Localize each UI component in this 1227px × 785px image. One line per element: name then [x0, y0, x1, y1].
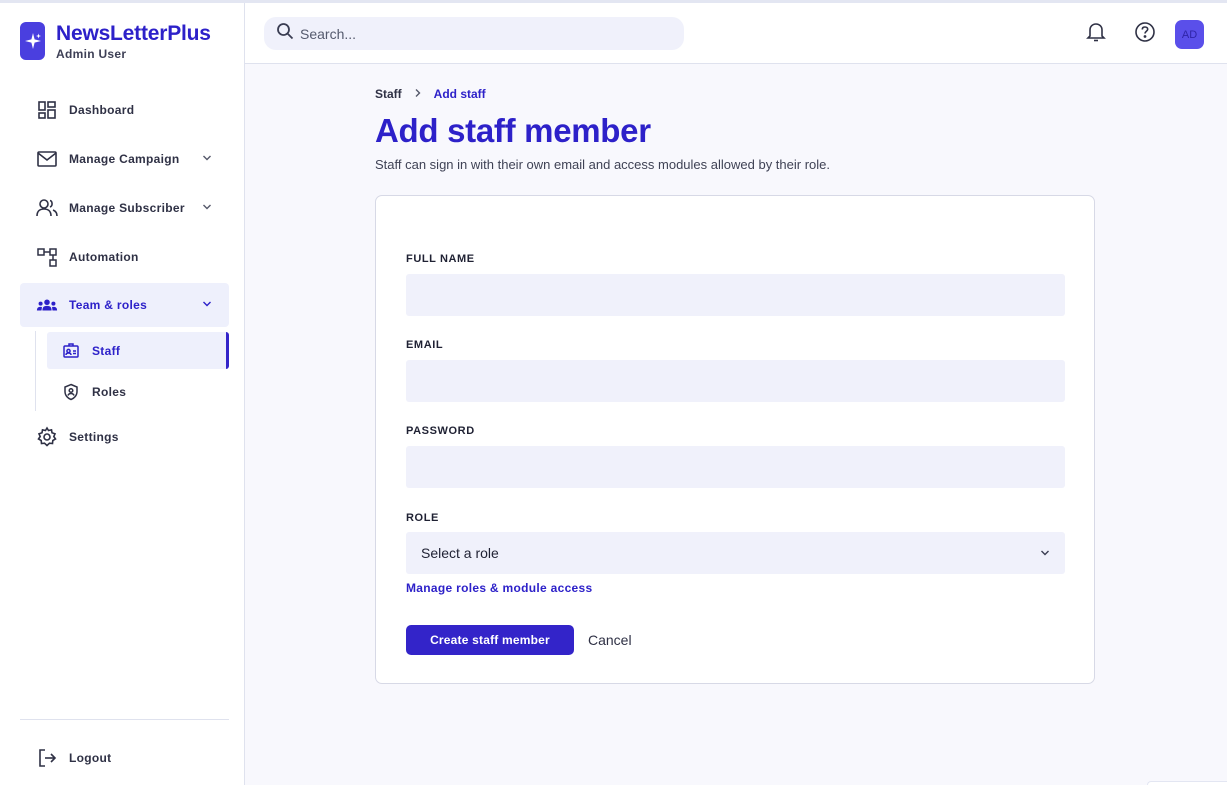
chevron-down-icon	[201, 201, 213, 216]
brand[interactable]: NewsLetterPlus Admin User	[20, 21, 211, 61]
sparkle-icon	[20, 22, 45, 60]
logout-label: Logout	[69, 751, 112, 765]
logout-button[interactable]: Logout	[20, 736, 229, 780]
role-select-value: Select a role	[421, 545, 499, 561]
brand-subtitle: Admin User	[56, 47, 127, 61]
email-input[interactable]	[406, 360, 1065, 402]
sidebar-item-label: Manage Campaign	[69, 152, 180, 166]
page-description: Staff can sign in with their own email a…	[375, 157, 830, 172]
sidebar-item-automation[interactable]: Automation	[20, 235, 229, 279]
team-icon	[36, 294, 58, 316]
app-window: NewsLetterPlus Admin User Dashboard Mana…	[0, 0, 1227, 785]
corner-widget-edge	[1147, 781, 1227, 785]
page-title: Add staff member	[375, 112, 651, 149]
breadcrumb-parent[interactable]: Staff	[375, 87, 402, 101]
manage-roles-link[interactable]: Manage roles & module access	[406, 581, 592, 595]
chevron-down-icon	[1039, 546, 1051, 562]
sidebar-subitem-staff[interactable]: Staff	[47, 332, 229, 369]
cancel-button[interactable]: Cancel	[588, 632, 632, 648]
sidebar-item-team-roles[interactable]: Team & roles	[20, 283, 229, 327]
sidebar-item-label: Manage Subscriber	[69, 201, 185, 215]
help-icon[interactable]	[1133, 20, 1157, 44]
sidebar-item-label: Dashboard	[69, 103, 135, 117]
breadcrumb-current: Add staff	[433, 87, 486, 101]
sidebar-item-label: Team & roles	[69, 298, 148, 312]
submenu-guide-line	[35, 331, 36, 411]
sidebar-divider	[20, 719, 229, 720]
users-icon	[36, 197, 58, 219]
mail-icon	[36, 148, 58, 170]
sidebar-item-label: Settings	[69, 430, 119, 444]
avatar[interactable]: AD	[1175, 20, 1204, 49]
gear-icon	[36, 426, 58, 448]
sidebar-item-settings[interactable]: Settings	[20, 415, 229, 459]
password-input[interactable]	[406, 446, 1065, 488]
flow-icon	[36, 246, 58, 268]
sidebar-item-label: Automation	[69, 250, 139, 264]
role-label: ROLE	[406, 512, 439, 524]
full-name-input[interactable]	[406, 274, 1065, 316]
sidebar-subitem-label: Staff	[92, 343, 121, 358]
sidebar-item-dashboard[interactable]: Dashboard	[20, 88, 229, 132]
sidebar-subitem-label: Roles	[92, 384, 127, 399]
password-label: PASSWORD	[406, 425, 475, 437]
create-staff-button[interactable]: Create staff member	[406, 625, 574, 655]
sidebar-subitem-roles[interactable]: Roles	[47, 373, 229, 410]
logout-icon	[36, 747, 58, 769]
search-bar[interactable]	[264, 17, 684, 50]
search-input[interactable]	[300, 25, 660, 42]
id-card-icon	[62, 342, 80, 360]
full-name-label: FULL NAME	[406, 253, 475, 265]
chevron-down-icon	[201, 298, 213, 313]
sidebar-item-manage-subscriber[interactable]: Manage Subscriber	[20, 186, 229, 230]
sidebar: NewsLetterPlus Admin User Dashboard Mana…	[0, 3, 245, 785]
role-select[interactable]: Select a role	[406, 532, 1065, 574]
email-label: EMAIL	[406, 339, 444, 351]
chevron-right-icon	[414, 88, 422, 101]
sidebar-item-manage-campaign[interactable]: Manage Campaign	[20, 137, 229, 181]
dashboard-icon	[36, 99, 58, 121]
add-staff-form: FULL NAME EMAIL PASSWORD ROLE Select a r…	[375, 195, 1095, 684]
brand-name: NewsLetterPlus	[56, 22, 211, 45]
breadcrumb: Staff Add staff	[375, 87, 486, 101]
chevron-down-icon	[201, 152, 213, 167]
topbar: AD	[245, 3, 1227, 64]
bell-icon[interactable]	[1084, 20, 1108, 44]
search-icon	[276, 22, 294, 45]
shield-icon	[62, 383, 80, 401]
